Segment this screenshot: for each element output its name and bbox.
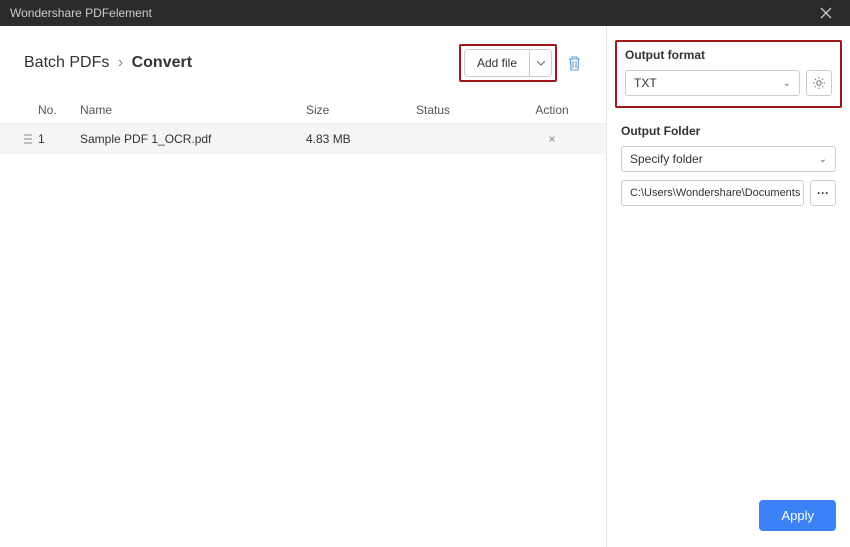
apply-button[interactable]: Apply (759, 500, 836, 531)
output-folder-section: Output Folder Specify folder ⌄ C:\Users\… (621, 124, 836, 206)
header-size: Size (306, 103, 416, 117)
add-file-button-group: Add file (464, 49, 552, 77)
breadcrumb-parent[interactable]: Batch PDFs (24, 54, 109, 71)
output-format-select[interactable]: TXT ⌄ (625, 70, 800, 96)
add-file-label: Add file (477, 56, 517, 70)
gear-icon (812, 76, 826, 90)
remove-row-button[interactable]: × (522, 132, 582, 146)
table-row[interactable]: 1 Sample PDF 1_OCR.pdf 4.83 MB × (0, 124, 606, 154)
chevron-down-icon: ⌄ (819, 154, 827, 165)
output-format-section: Output format TXT ⌄ (615, 40, 842, 108)
cell-no: 1 (38, 132, 80, 146)
format-settings-button[interactable] (806, 70, 832, 96)
titlebar: Wondershare PDFelement (0, 0, 850, 26)
output-format-value: TXT (634, 76, 657, 90)
drag-icon (24, 134, 32, 144)
add-file-button[interactable]: Add file (465, 50, 529, 76)
folder-mode-value: Specify folder (630, 152, 703, 166)
header-status: Status (416, 103, 522, 117)
cell-size: 4.83 MB (306, 132, 416, 146)
header-action: Action (522, 103, 582, 117)
trash-icon (567, 55, 582, 71)
left-panel: Batch PDFs › Convert Add file (0, 26, 606, 547)
browse-folder-button[interactable]: ··· (810, 180, 836, 206)
chevron-down-icon (537, 61, 545, 66)
breadcrumb-current: Convert (132, 54, 192, 71)
folder-mode-select[interactable]: Specify folder ⌄ (621, 146, 836, 172)
header-actions: Add file (459, 44, 582, 82)
drag-handle[interactable] (24, 134, 38, 144)
breadcrumb: Batch PDFs › Convert (24, 54, 192, 72)
format-row: TXT ⌄ (625, 70, 832, 96)
close-button[interactable] (820, 7, 840, 19)
app-title: Wondershare PDFelement (10, 6, 152, 20)
output-format-label: Output format (625, 48, 832, 62)
addfile-highlight: Add file (459, 44, 557, 82)
main-container: Batch PDFs › Convert Add file (0, 26, 850, 547)
chevron-down-icon: ⌄ (783, 78, 791, 89)
table-header: No. Name Size Status Action (0, 96, 606, 124)
chevron-right-icon: › (118, 54, 123, 71)
close-icon (820, 7, 832, 19)
cell-name: Sample PDF 1_OCR.pdf (80, 132, 306, 146)
delete-all-button[interactable] (567, 55, 582, 71)
apply-label: Apply (781, 508, 814, 523)
add-file-dropdown[interactable] (529, 50, 551, 76)
header-no: No. (38, 103, 80, 117)
header-row: Batch PDFs › Convert Add file (0, 44, 606, 82)
output-folder-label: Output Folder (621, 124, 836, 138)
folder-path-field[interactable]: C:\Users\Wondershare\Documents (621, 180, 804, 206)
path-row: C:\Users\Wondershare\Documents ··· (621, 180, 836, 206)
header-name: Name (80, 103, 306, 117)
dots-icon: ··· (817, 186, 829, 200)
right-panel: Output format TXT ⌄ Output Folder Specif… (606, 26, 850, 547)
